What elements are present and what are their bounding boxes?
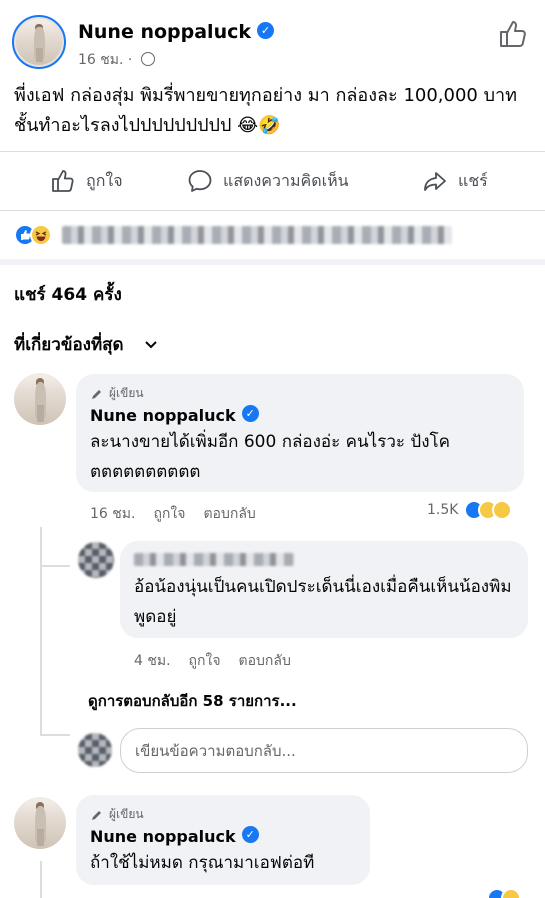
like-action-button[interactable]: ถูกใจ xyxy=(50,166,123,196)
comment-author-name-text[interactable]: Nune noppaluck xyxy=(90,406,236,425)
comment-like-button[interactable]: ถูกใจ xyxy=(153,503,185,525)
comment-text: ถ้าใช้ไม่หมด กรุณามาเอฟต่อที xyxy=(90,853,315,873)
globe-icon xyxy=(140,52,155,66)
section-separator xyxy=(0,259,545,265)
comment-action-label: แสดงความคิดเห็น xyxy=(223,170,349,190)
current-user-avatar xyxy=(78,733,112,767)
comment-bubble: ผู้เขียน Nune noppaluck ✓ ละนางขายได้เพิ่… xyxy=(76,374,524,492)
post-time[interactable]: 16 ชม. xyxy=(78,52,123,68)
reply-input-placeholder: เขียนข้อความตอบกลับ... xyxy=(135,741,296,760)
comment-reaction-count: 1.5K xyxy=(427,502,459,518)
comment-bubble: ผู้เขียน Nune noppaluck ✓ ถ้าใช้ไม่หมด กร… xyxy=(76,795,370,885)
pen-icon xyxy=(92,389,101,399)
comment-time[interactable]: 16 ชม. xyxy=(90,503,135,525)
haha-reaction-icon xyxy=(30,224,52,246)
reply-author-avatar[interactable] xyxy=(78,542,114,578)
reply-text: อ้อน้องนุ่นเป็นคนเปิดประเด็นนี่เองเมื่อค… xyxy=(134,577,512,627)
reply-reply-button[interactable]: ตอบกลับ xyxy=(239,650,291,672)
comment-sort-label: ที่เกี่ยวข้องที่สุด xyxy=(14,335,124,355)
comment-sort-dropdown[interactable]: ที่เกี่ยวข้องที่สุด xyxy=(14,331,158,358)
comment-text: ละนางขายได้เพิ่มอีก 600 กล่องอ่ะ คนไรวะ … xyxy=(90,432,451,482)
divider xyxy=(0,210,545,211)
verified-badge-icon: ✓ xyxy=(257,22,274,39)
post-reactions-summary[interactable] xyxy=(14,222,452,248)
comment-reactions[interactable] xyxy=(487,888,521,898)
verified-badge-icon: ✓ xyxy=(241,826,259,843)
thumbs-up-icon[interactable] xyxy=(497,18,529,50)
reply-time[interactable]: 4 ชม. xyxy=(134,650,171,672)
author-badge: ผู้เขียน xyxy=(90,384,510,403)
author-badge: ผู้เขียน xyxy=(90,805,356,824)
share-action-label: แชร์ xyxy=(458,170,488,190)
share-action-button[interactable]: แชร์ xyxy=(422,166,488,196)
thumbs-up-icon xyxy=(52,170,74,192)
thread-line xyxy=(40,527,42,735)
like-action-label: ถูกใจ xyxy=(86,170,123,190)
reply-bubble: อ้อน้องนุ่นเป็นคนเปิดประเด็นนี่เองเมื่อค… xyxy=(120,541,528,638)
chevron-down-icon xyxy=(144,341,157,349)
comment-reactions[interactable]: 1.5K xyxy=(427,500,513,520)
thread-line xyxy=(40,565,70,567)
author-badge-label: ผู้เขียน xyxy=(109,807,144,821)
comment-meta: 16 ชม. ถูกใจ ตอบกลับ xyxy=(90,503,256,525)
blurred-reply-author-name xyxy=(134,553,294,566)
share-arrow-icon xyxy=(424,172,446,191)
comment-author-name[interactable]: Nune noppaluck ✓ xyxy=(90,826,356,846)
divider xyxy=(0,151,545,152)
view-more-replies-link[interactable]: ดูการตอบกลับอีก 58 รายการ... xyxy=(88,689,297,713)
comment-icon xyxy=(188,170,212,192)
verified-badge-icon: ✓ xyxy=(241,405,259,422)
comment-author-name[interactable]: Nune noppaluck ✓ xyxy=(90,405,510,425)
post-author-avatar[interactable] xyxy=(12,15,66,69)
comment-reply-button[interactable]: ตอบกลับ xyxy=(203,503,255,525)
haha-reaction-icon xyxy=(492,500,513,520)
shares-count[interactable]: แชร์ 464 ครั้ง xyxy=(14,281,122,308)
haha-reaction-icon xyxy=(501,888,521,898)
blurred-reactor-names xyxy=(62,226,452,244)
reply-meta: 4 ชม. ถูกใจ ตอบกลับ xyxy=(134,650,291,672)
comment-author-name-text[interactable]: Nune noppaluck xyxy=(90,827,236,846)
thread-line xyxy=(40,861,42,898)
comment-author-avatar[interactable] xyxy=(14,797,66,849)
post-meta: 16 ชม. · xyxy=(78,49,155,71)
comment-action-button[interactable]: แสดงความคิดเห็น xyxy=(187,166,349,196)
comment-author-avatar[interactable] xyxy=(14,373,66,425)
thread-line xyxy=(40,734,70,736)
author-badge-label: ผู้เขียน xyxy=(109,386,144,400)
post-author-name[interactable]: Nune noppaluck ✓ xyxy=(78,21,274,43)
reply-input-field[interactable]: เขียนข้อความตอบกลับ... xyxy=(120,728,528,773)
post-text: พี่งเอฟ กล่องสุ่ม พิมรี่พายขายทุกอย่าง ม… xyxy=(14,85,517,136)
pen-icon xyxy=(92,810,101,820)
post-author-name-text[interactable]: Nune noppaluck xyxy=(78,21,251,43)
reply-like-button[interactable]: ถูกใจ xyxy=(189,650,221,672)
